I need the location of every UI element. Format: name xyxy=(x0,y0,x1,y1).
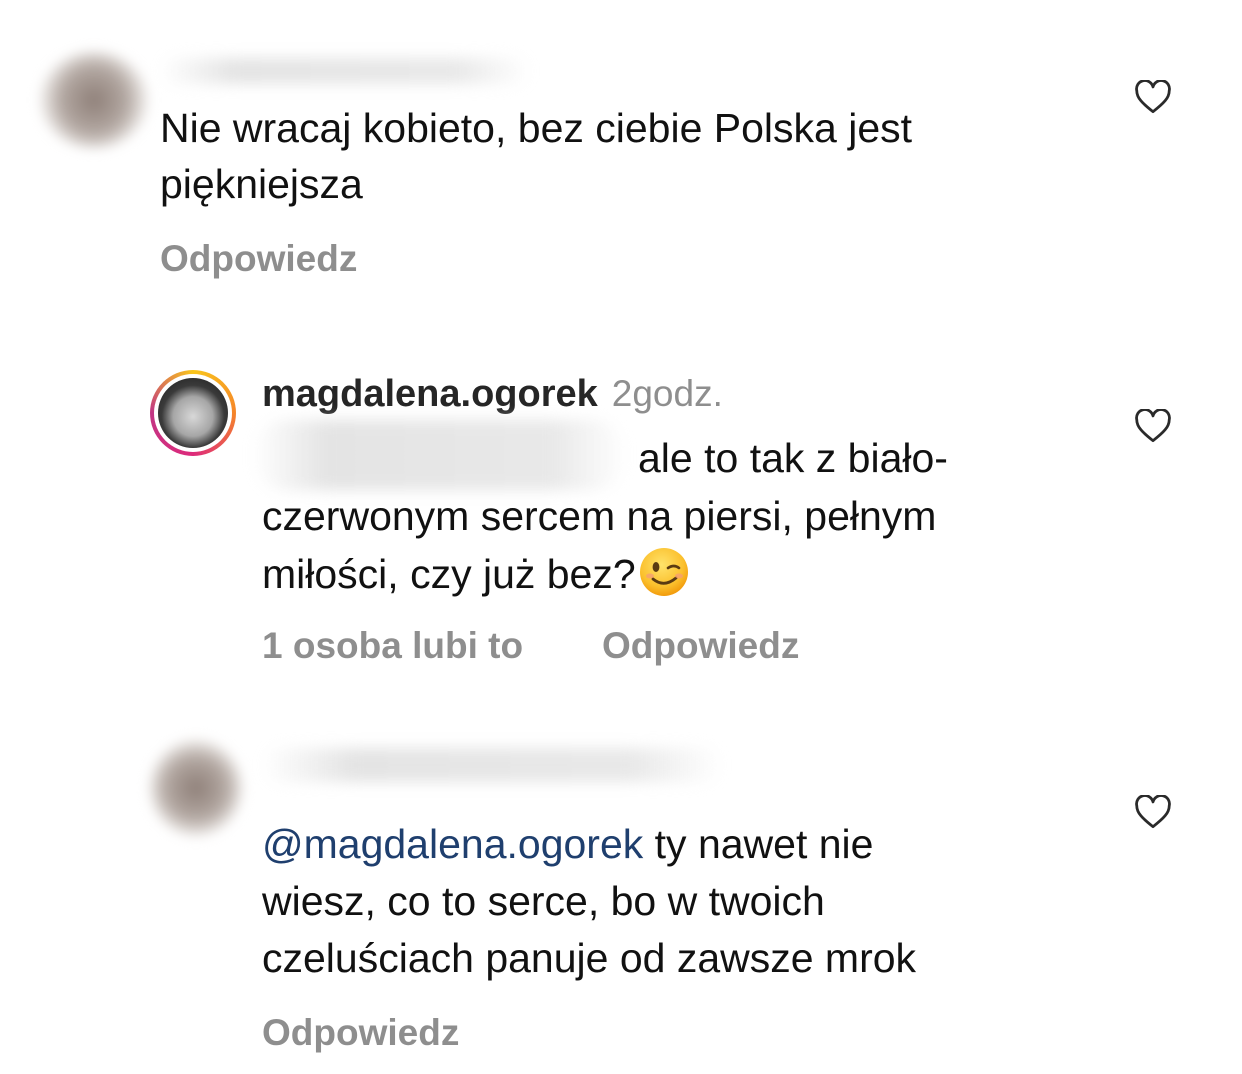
comment-text-line: czeluściach panuje od zawsze mrok xyxy=(262,935,917,981)
comment-header: magdalena.ogorek 2godz. xyxy=(262,366,723,420)
winking-face-icon xyxy=(638,546,690,612)
username-link[interactable]: magdalena.ogorek xyxy=(262,373,598,415)
comment-text-line: wiesz, co to serce, bo w twoich xyxy=(262,878,825,924)
comment-text-line: Nie wracaj kobieto, bez ciebie Polska je… xyxy=(160,105,913,151)
avatar-blurred[interactable] xyxy=(40,52,148,148)
heart-outline-icon[interactable] xyxy=(1134,409,1172,443)
comment-text-line: ale to tak z biało- xyxy=(638,435,948,481)
likes-count[interactable]: 1 osoba lubi to xyxy=(262,625,523,667)
redacted-username xyxy=(262,748,722,782)
comment-text-line-1: @magdalena.ogorek ty nawet nie xyxy=(262,816,873,872)
heart-outline-icon[interactable] xyxy=(1134,795,1172,829)
redacted-mention xyxy=(252,420,627,490)
reply-button[interactable]: Odpowiedz xyxy=(262,1012,459,1054)
reply-button[interactable]: Odpowiedz xyxy=(160,238,357,280)
mention-link[interactable]: @magdalena.ogorek xyxy=(262,821,643,867)
heart-outline-icon[interactable] xyxy=(1134,80,1172,114)
avatar[interactable] xyxy=(150,370,236,456)
comment-text: miłości, czy już bez? xyxy=(262,551,636,597)
redacted-username xyxy=(160,58,530,84)
timestamp: 2godz. xyxy=(611,373,723,414)
comment-text-line: czerwonym sercem na piersi, pełnym xyxy=(262,493,937,539)
comment-text-line: piękniejsza xyxy=(160,161,363,207)
avatar-blurred[interactable] xyxy=(150,740,242,836)
comment-text: ty nawet nie xyxy=(643,821,874,867)
profile-photo xyxy=(158,378,228,448)
comment-text-line-3: miłości, czy już bez? xyxy=(262,546,690,612)
reply-button[interactable]: Odpowiedz xyxy=(602,625,799,667)
